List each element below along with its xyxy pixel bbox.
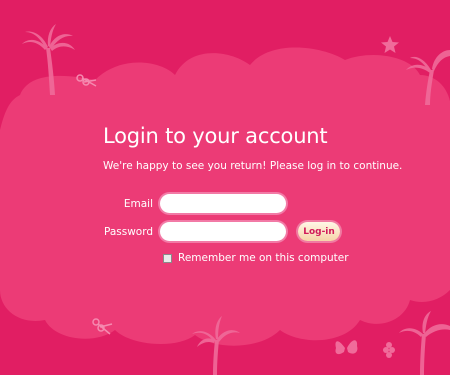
email-label: Email (123, 198, 153, 210)
email-field[interactable] (160, 194, 286, 213)
page-title: Login to your account (103, 124, 328, 148)
remember-checkbox[interactable] (163, 253, 172, 263)
remember-me: Remember me on this computer (163, 252, 349, 264)
password-field[interactable] (160, 222, 286, 241)
password-label: Password (103, 226, 153, 238)
login-panel: Login to your account We're happy to see… (0, 0, 450, 375)
login-button[interactable]: Log-in (298, 222, 340, 241)
remember-label: Remember me on this computer (178, 252, 349, 264)
page-subtitle: We're happy to see you return! Please lo… (103, 160, 403, 172)
